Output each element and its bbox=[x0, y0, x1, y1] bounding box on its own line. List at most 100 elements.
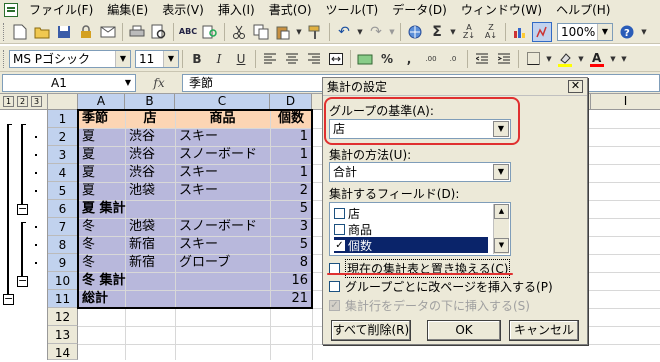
remove-all-button[interactable]: すべて削除(R) bbox=[331, 320, 411, 341]
decrease-indent-icon[interactable] bbox=[472, 49, 492, 69]
decrease-decimal-icon[interactable]: .0 bbox=[443, 49, 463, 69]
outline-level-3-button[interactable]: 3 bbox=[31, 96, 42, 107]
chevron-down-icon[interactable]: ▼ bbox=[115, 50, 130, 67]
undo-icon[interactable]: ↶ bbox=[334, 22, 354, 42]
toolbar-grip[interactable] bbox=[3, 49, 6, 68]
ok-button[interactable]: OK bbox=[427, 320, 501, 341]
increase-decimal-icon[interactable]: .00 bbox=[421, 49, 441, 69]
paste-dropdown-icon[interactable]: ▼ bbox=[295, 22, 303, 42]
toolbar-grip[interactable] bbox=[3, 22, 6, 41]
fill-color-icon[interactable] bbox=[555, 49, 575, 69]
zoom-combo[interactable]: 100% ▼ bbox=[557, 22, 613, 41]
chevron-down-icon[interactable]: ▼ bbox=[163, 50, 178, 67]
menu-help[interactable]: ヘルプ(H) bbox=[549, 0, 617, 20]
fill-color-dropdown-icon[interactable]: ▼ bbox=[577, 49, 585, 69]
sort-ascending-icon[interactable]: A Z↓ bbox=[459, 22, 479, 42]
row-header[interactable]: 12 bbox=[48, 308, 78, 326]
checkbox[interactable] bbox=[334, 223, 345, 235]
menu-edit[interactable]: 編集(E) bbox=[100, 0, 155, 20]
row-header[interactable]: 7 bbox=[48, 218, 78, 236]
collapse-group-icon[interactable]: − bbox=[17, 203, 28, 215]
select-all-corner[interactable] bbox=[48, 94, 78, 110]
checkbox[interactable] bbox=[329, 281, 340, 292]
checkbox-checked[interactable]: ✓ bbox=[334, 239, 345, 251]
open-icon[interactable] bbox=[32, 22, 52, 42]
cancel-button[interactable]: キャンセル bbox=[509, 320, 579, 341]
scroll-down-icon[interactable]: ▼ bbox=[494, 238, 509, 253]
undo-dropdown-icon[interactable]: ▼ bbox=[356, 22, 364, 42]
underline-icon[interactable]: U bbox=[231, 49, 251, 69]
redo-icon[interactable]: ↷ bbox=[366, 22, 386, 42]
checkbox[interactable] bbox=[334, 207, 345, 219]
outline-level-2-button[interactable]: 2 bbox=[17, 96, 28, 107]
email-icon[interactable] bbox=[98, 22, 118, 42]
hyperlink-icon[interactable] bbox=[405, 22, 425, 42]
page-break-option[interactable]: グループごとに改ページを挿入する(P) bbox=[329, 278, 553, 295]
align-right-icon[interactable] bbox=[304, 49, 324, 69]
close-icon[interactable]: ✕ bbox=[568, 80, 583, 93]
font-color-icon[interactable]: A bbox=[587, 49, 607, 69]
comma-icon[interactable]: , bbox=[399, 49, 419, 69]
paste-icon[interactable] bbox=[273, 22, 293, 42]
merge-center-icon[interactable] bbox=[326, 49, 346, 69]
help-icon[interactable]: ? bbox=[617, 22, 637, 42]
row-header[interactable]: 14 bbox=[48, 344, 78, 360]
align-left-icon[interactable] bbox=[260, 49, 280, 69]
scroll-up-icon[interactable]: ▲ bbox=[494, 204, 509, 219]
field-item-shop[interactable]: 店 bbox=[334, 205, 488, 221]
toolbar-options-icon[interactable]: ▼ bbox=[619, 49, 629, 69]
chevron-down-icon[interactable]: ▼ bbox=[597, 23, 612, 40]
chevron-down-icon[interactable]: ▼ bbox=[121, 75, 135, 91]
row-header[interactable]: 5 bbox=[48, 182, 78, 200]
insert-function-icon[interactable]: fx bbox=[136, 76, 182, 90]
redo-dropdown-icon[interactable]: ▼ bbox=[388, 22, 396, 42]
bold-icon[interactable]: B bbox=[187, 49, 207, 69]
font-size-combo[interactable]: 11 ▼ bbox=[135, 49, 179, 68]
row-header[interactable]: 6 bbox=[48, 200, 78, 218]
row-header[interactable]: 1 bbox=[48, 110, 78, 128]
field-item-product[interactable]: 商品 bbox=[334, 221, 488, 237]
outline-level-1-button[interactable]: 1 bbox=[3, 96, 14, 107]
toolbar-options-icon[interactable]: ▼ bbox=[639, 22, 649, 42]
currency-icon[interactable] bbox=[355, 49, 375, 69]
permission-icon[interactable] bbox=[76, 22, 96, 42]
row-header[interactable]: 8 bbox=[48, 236, 78, 254]
spelling-icon[interactable]: ABC bbox=[178, 22, 198, 42]
copy-icon[interactable] bbox=[251, 22, 271, 42]
excel-app-icon[interactable] bbox=[4, 3, 18, 17]
row-header[interactable]: 9 bbox=[48, 254, 78, 272]
italic-icon[interactable]: I bbox=[209, 49, 229, 69]
row-header[interactable]: 13 bbox=[48, 326, 78, 344]
column-header-b[interactable]: B bbox=[125, 94, 175, 110]
save-icon[interactable] bbox=[54, 22, 74, 42]
column-header-i[interactable]: I bbox=[590, 94, 660, 110]
collapse-group-icon[interactable]: − bbox=[3, 293, 14, 305]
font-color-dropdown-icon[interactable]: ▼ bbox=[609, 49, 617, 69]
fields-scrollbar[interactable]: ▲ ▼ bbox=[493, 204, 509, 254]
autosum-dropdown-icon[interactable]: ▼ bbox=[449, 22, 457, 42]
sort-descending-icon[interactable]: Z A↓ bbox=[481, 22, 501, 42]
column-header-c[interactable]: C bbox=[175, 94, 270, 110]
fields-list[interactable]: 店 商品 ✓ 個数 ▲ ▼ bbox=[329, 202, 511, 256]
font-name-combo[interactable]: MS Pゴシック ▼ bbox=[9, 49, 131, 68]
autosum-icon[interactable]: Σ bbox=[427, 22, 447, 42]
percent-icon[interactable]: % bbox=[377, 49, 397, 69]
menu-window[interactable]: ウィンドウ(W) bbox=[454, 0, 549, 20]
row-header[interactable]: 2 bbox=[48, 128, 78, 146]
align-center-icon[interactable] bbox=[282, 49, 302, 69]
function-select[interactable]: 合計 ▼ bbox=[329, 162, 511, 182]
menu-tools[interactable]: ツール(T) bbox=[319, 0, 386, 20]
row-header[interactable]: 11 bbox=[48, 290, 78, 308]
column-header-a[interactable]: A bbox=[78, 94, 125, 110]
menu-insert[interactable]: 挿入(I) bbox=[211, 0, 262, 20]
borders-dropdown-icon[interactable]: ▼ bbox=[545, 49, 553, 69]
row-header[interactable]: 3 bbox=[48, 146, 78, 164]
increase-indent-icon[interactable] bbox=[494, 49, 514, 69]
menu-file[interactable]: ファイル(F) bbox=[22, 0, 100, 20]
print-icon[interactable] bbox=[127, 22, 147, 42]
column-header-d[interactable]: D bbox=[270, 94, 312, 110]
chevron-down-icon[interactable]: ▼ bbox=[493, 164, 509, 180]
cut-icon[interactable] bbox=[229, 22, 249, 42]
menu-data[interactable]: データ(D) bbox=[385, 0, 454, 20]
drawing-icon[interactable] bbox=[532, 21, 552, 42]
